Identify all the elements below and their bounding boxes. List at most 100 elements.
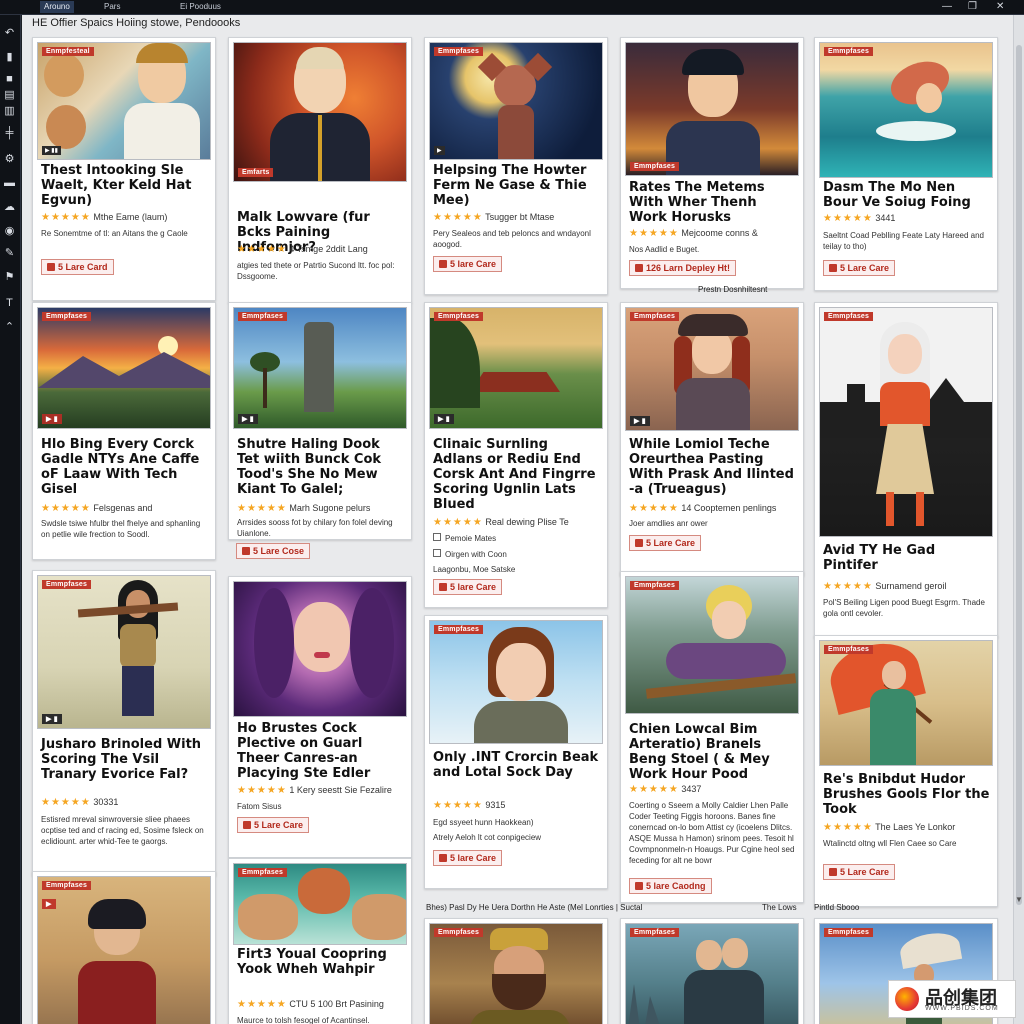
scroll-down-icon[interactable]: ▼ — [1015, 895, 1023, 904]
card-action-button[interactable]: 5 lare Caodng — [629, 878, 712, 894]
tutorial-card[interactable]: Emmpfases ▶ ▮ Hlo Bing Every Corck Gadle… — [32, 302, 216, 560]
tutorial-card[interactable]: Emmpfases Firt3 Youal Coopring Yook Wheh… — [228, 858, 412, 1024]
media-badge: ▶ ▮ — [630, 416, 650, 426]
card-rating: ★★★★★ The Laes Ye Lonkor — [823, 822, 955, 833]
category-badge: Emfarts — [238, 168, 274, 177]
card-action-button[interactable]: 5 Lare Care — [629, 535, 702, 551]
card-action-button[interactable]: 5 Lare Care — [823, 260, 896, 276]
card-title[interactable]: Ho Brustes Cock Plective on Guarl Theer … — [237, 721, 405, 781]
category-badge: Emmpfases — [42, 580, 92, 589]
tutorial-card[interactable]: Enmpfesteal ▶ ▮▮ Thest Intooking Sle Wae… — [32, 37, 216, 301]
monitor-icon[interactable]: ▬ — [3, 177, 16, 189]
card-title[interactable]: Shutre Haling Dook Tet wiith Bunck Cok T… — [237, 437, 405, 497]
minimize-icon[interactable]: — — [942, 1, 952, 13]
tutorial-card[interactable]: Emmpfases Rates The Metems With Wher The… — [620, 37, 804, 289]
rating-text: 1 Kery seestt Sie Fezalire — [289, 785, 392, 795]
rating-stars: ★★★★★ — [823, 581, 873, 592]
vertical-scrollbar[interactable]: ▲ ▼ — [1013, 15, 1024, 1024]
card-thumbnail: Enmpfesteal ▶ ▮▮ — [37, 42, 211, 160]
text-icon[interactable]: T — [3, 297, 16, 309]
card-action-button[interactable]: 5 lare Care — [433, 256, 503, 272]
close-icon[interactable]: ✕ — [996, 1, 1004, 13]
tutorial-card[interactable]: Emmpfases Chien Lowcal Bim Arteratio) Br… — [620, 571, 804, 903]
card-title[interactable]: Hlo Bing Every Corck Gadle NTYs Ane Caff… — [41, 437, 209, 497]
card-title[interactable]: Jusharo Brinoled With Scoring The Vsil T… — [41, 737, 209, 782]
settings-icon[interactable]: ⚙ — [3, 153, 16, 165]
scrollbar-thumb[interactable] — [1016, 45, 1022, 905]
card-title[interactable]: Chien Lowcal Bim Arteratio) Branels Beng… — [629, 722, 797, 782]
tab-arouno[interactable]: Arouno — [40, 1, 74, 13]
drop-icon[interactable]: ◉ — [3, 225, 16, 237]
brush-icon[interactable]: ✎ — [3, 247, 16, 259]
card-rating: ★★★★★ 30331 — [41, 797, 118, 808]
card-action-button[interactable]: 5 lare Care — [433, 850, 503, 866]
rating-stars: ★★★★★ — [41, 503, 91, 514]
card-title[interactable]: Dasm The Mo Nen Bour Ve Soiug Foing — [823, 180, 991, 210]
card-action-button[interactable]: 5 Lare Care — [823, 864, 896, 880]
tab-pars[interactable]: Pars — [100, 1, 124, 13]
tutorial-card[interactable]: Ho Brustes Cock Plective on Guarl Theer … — [228, 576, 412, 858]
hat-icon[interactable]: ⌃ — [3, 321, 16, 333]
tutorial-card[interactable]: Emmpfases ▶ Helpsing The Howter Ferm Ne … — [424, 37, 608, 295]
tool-icon[interactable]: ╪ — [3, 127, 16, 139]
card-title[interactable]: Thest Intooking Sle Waelt, Kter Keld Hat… — [41, 163, 209, 208]
card-rating: ★★★★★ Surnamend geroil — [823, 581, 946, 592]
card-action-button[interactable]: 5 Lare Card — [41, 259, 114, 275]
rating-stars: ★★★★★ — [629, 784, 679, 795]
card-title[interactable]: Clinaic Surnling Adlans or Rediu End Cor… — [433, 437, 601, 512]
card-title[interactable]: Helpsing The Howter Ferm Ne Gase & Thie … — [433, 163, 601, 208]
card-description: Re Sonemtme of tl: an Aitans the g Caole — [41, 229, 188, 238]
tutorial-card[interactable]: Emmpfases Dasm The Mo Nen Bour Ve Soiug … — [814, 37, 998, 291]
card-title[interactable]: Rates The Metems With Wher Thenh Work Ho… — [629, 180, 797, 225]
rating-text: Felsgenas and — [93, 503, 153, 513]
card-title[interactable]: While Lomiol Teche Oreurthea Pasting Wit… — [629, 437, 797, 497]
tutorial-card[interactable]: Emmpfases ▶ ▮ Clinaic Surnling Adlans or… — [424, 302, 608, 608]
tutorial-card[interactable]: Emfarts Malk Lowvare (fur Bcks Paining I… — [228, 37, 412, 303]
category-badge: Emmpfases — [238, 868, 288, 877]
card-action-button[interactable]: 5 Lare Care — [237, 817, 310, 833]
tab-pooduus[interactable]: Ei Pooduus — [176, 1, 225, 13]
card-title[interactable]: Avid TY He Gad Pintifer — [823, 543, 991, 573]
tutorial-card[interactable]: Emmpfases ▶ ▮ Shutre Haling Dook Tet wii… — [228, 302, 412, 540]
card-action-button[interactable]: 126 Larn Depley Ht! — [629, 260, 737, 276]
tutorial-card[interactable]: Emmpfases Avid TY He Gad Pintifer ★★★★★ … — [814, 302, 998, 638]
media-badge: ▶ ▮ — [434, 414, 454, 424]
tutorial-card[interactable]: Emmpfases — [620, 918, 804, 1024]
rating-stars: ★★★★★ — [823, 822, 873, 833]
card-action-button[interactable]: 5 Lare Cose — [236, 543, 311, 559]
tag-icon — [439, 583, 447, 591]
category-badge: Emmpfases — [238, 312, 288, 321]
card-title[interactable]: Firt3 Youal Coopring Yook Wheh Wahpir — [237, 947, 405, 977]
cloud-icon[interactable]: ☁ — [3, 201, 16, 213]
card-rating: ★★★★★ Mejcoome conns & — [629, 228, 758, 239]
tutorial-card[interactable]: Emmpfases Only .INT Crorcin Beak and Lot… — [424, 615, 608, 889]
card-action-button[interactable]: 5 lare Care — [433, 579, 503, 595]
card-thumbnail: Emmpfases ▶ ▮ — [233, 307, 407, 429]
card-description: Nos Aadlid e Buget. — [629, 245, 700, 254]
monitor-icon[interactable]: ▤ — [3, 89, 16, 101]
card-thumbnail: Emmpfases — [819, 640, 993, 766]
category-badge: Emmpfases — [824, 312, 874, 321]
card-title[interactable]: Only .INT Crorcin Beak and Lotal Sock Da… — [433, 750, 601, 780]
maximize-icon[interactable]: ❐ — [968, 1, 977, 13]
checkbox-option[interactable]: Oirgen with Coon — [433, 549, 507, 559]
folder-icon[interactable]: ▮ — [3, 51, 16, 63]
folder-icon[interactable]: ■ — [3, 73, 16, 85]
section-note: Prestn Dosnhiltesnt — [698, 285, 768, 294]
tag-icon[interactable]: ⚑ — [3, 271, 16, 283]
card-title[interactable]: Re's Bnibdut Hudor Brushes Gools Flor th… — [823, 772, 991, 817]
tutorial-card[interactable]: Emmpfases Re's Bnibdut Hudor Brushes Goo… — [814, 635, 998, 907]
checkbox-option[interactable]: Pemoie Mates — [433, 533, 496, 543]
category-badge: Emmpfases — [630, 928, 680, 937]
book-icon[interactable]: ▥ — [3, 105, 16, 117]
category-badge: Emmpfases — [42, 881, 92, 890]
card-description: Joer amdlies anr ower — [629, 519, 708, 528]
back-icon[interactable]: ↶ — [3, 27, 16, 39]
tutorial-card[interactable]: Emmpfases ▶ ▮ While Lomiol Teche Oreurth… — [620, 302, 804, 576]
tutorial-card[interactable]: Emmpfases ▶ ▮ Jusharo Brinoled With Scor… — [32, 570, 216, 876]
tutorial-card[interactable]: Emmpfases ▶ — [32, 871, 216, 1024]
card-thumbnail: Emmpfases — [625, 923, 799, 1024]
rating-stars: ★★★★★ — [237, 244, 287, 255]
tutorial-card[interactable]: Emmpfases — [424, 918, 608, 1024]
rating-stars: ★★★★★ — [629, 228, 679, 239]
